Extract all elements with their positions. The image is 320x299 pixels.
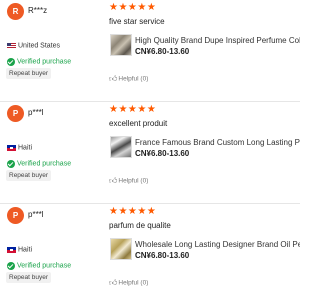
review-card: P p***l Haiti Verified purchase Repeat b… <box>0 204 300 299</box>
check-circle-icon <box>7 159 15 168</box>
review-card: P p***l Haiti Verified purchase Repeat b… <box>0 102 300 204</box>
review-text: parfum de qualite <box>109 221 171 230</box>
verified-label: Verified purchase <box>17 160 72 168</box>
helpful-label: Helpful (0) <box>118 177 149 185</box>
star-rating: ★★★★★ <box>109 104 157 115</box>
review-text: five star service <box>109 17 165 26</box>
repeat-buyer-badge: Repeat buyer <box>6 170 52 181</box>
product-thumbnail[interactable] <box>110 136 132 158</box>
thumbs-up-icon: 👍︎ <box>109 277 118 287</box>
country-name: United States <box>18 42 61 50</box>
thumbs-up-icon: 👍︎ <box>109 175 118 185</box>
product-thumbnail[interactable] <box>110 34 132 56</box>
star-rating: ★★★★★ <box>109 206 157 217</box>
product-thumbnail[interactable] <box>110 238 132 260</box>
product-title-link[interactable]: High Quality Brand Dupe Inspired Perfume… <box>135 36 300 45</box>
verified-label: Verified purchase <box>17 262 72 270</box>
star-rating: ★★★★★ <box>109 2 157 13</box>
helpful-button[interactable]: 👍︎Helpful (0) <box>109 172 148 190</box>
haiti-flag-icon <box>7 144 16 151</box>
reviewer-country: Haiti <box>7 139 33 152</box>
helpful-button[interactable]: 👍︎Helpful (0) <box>109 70 148 88</box>
product-title-link[interactable]: France Famous Brand Custom Long Lasting … <box>135 138 300 147</box>
product-title-link[interactable]: Wholesale Long Lasting Designer Brand Oi… <box>135 240 300 249</box>
check-circle-icon <box>7 57 15 66</box>
reviewer-name: p***l <box>28 210 44 219</box>
reviewer-country: United States <box>7 37 61 50</box>
check-circle-icon <box>7 261 15 270</box>
verified-label: Verified purchase <box>17 58 72 66</box>
repeat-buyer-badge: Repeat buyer <box>6 272 52 283</box>
review-card: R R***z United States Verified purchase … <box>0 0 300 102</box>
country-name: Haiti <box>18 246 33 254</box>
reviewer-name: p***l <box>28 108 44 117</box>
country-name: Haiti <box>18 144 33 152</box>
reviewer-country: Haiti <box>7 241 33 254</box>
helpful-label: Helpful (0) <box>118 75 149 83</box>
reviewer-name: R***z <box>28 6 48 15</box>
avatar: P <box>7 207 24 224</box>
us-flag-icon <box>7 42 16 49</box>
review-list: R R***z United States Verified purchase … <box>0 0 300 299</box>
product-price: CN¥6.80-13.60 <box>135 149 190 158</box>
repeat-buyer-badge: Repeat buyer <box>6 68 52 79</box>
product-price: CN¥6.80-13.60 <box>135 47 190 56</box>
avatar: R <box>7 3 24 20</box>
product-price: CN¥6.80-13.60 <box>135 251 190 260</box>
avatar: P <box>7 105 24 122</box>
review-text: excellent produit <box>109 119 168 128</box>
helpful-label: Helpful (0) <box>118 279 149 287</box>
haiti-flag-icon <box>7 246 16 253</box>
thumbs-up-icon: 👍︎ <box>109 73 118 83</box>
helpful-button[interactable]: 👍︎Helpful (0) <box>109 274 148 292</box>
